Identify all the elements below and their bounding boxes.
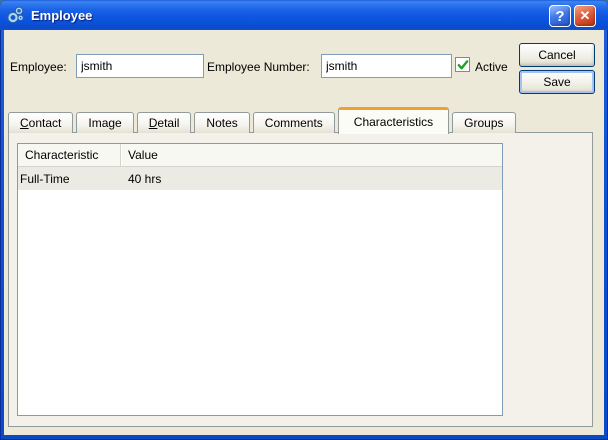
dialog-body: Employee: Employee Number: Active Cancel… bbox=[4, 30, 604, 435]
table-header: Characteristic Value bbox=[18, 144, 502, 167]
column-header-value[interactable]: Value bbox=[121, 144, 502, 166]
table-cell: 40 hrs bbox=[128, 171, 162, 186]
active-label: Active bbox=[475, 60, 508, 74]
employee-number-input[interactable] bbox=[321, 54, 452, 78]
table-body: Full-Time 40 hrs bbox=[18, 167, 502, 190]
cancel-button[interactable]: Cancel bbox=[519, 43, 595, 67]
tab-bar: Contact Image Detail Notes Comments Character… bbox=[8, 106, 516, 134]
tab-notes[interactable]: Notes bbox=[194, 112, 250, 133]
table-row[interactable]: Full-Time 40 hrs bbox=[18, 167, 502, 190]
employee-dialog: Employee ? ✕ Employee: Employee Number: … bbox=[0, 0, 608, 440]
help-button[interactable]: ? bbox=[549, 5, 571, 27]
column-header-characteristic[interactable]: Characteristic bbox=[18, 144, 121, 166]
titlebar[interactable]: Employee ? ✕ bbox=[0, 0, 608, 30]
tab-detail[interactable]: Detail bbox=[136, 112, 192, 133]
close-icon: ✕ bbox=[579, 8, 591, 23]
window-title: Employee bbox=[31, 7, 93, 23]
employee-input[interactable] bbox=[76, 54, 204, 78]
app-gears-icon bbox=[7, 6, 24, 24]
tab-comments[interactable]: Comments bbox=[252, 112, 335, 133]
save-button[interactable]: Save bbox=[519, 70, 595, 94]
tab-groups[interactable]: Groups bbox=[452, 112, 516, 133]
help-icon: ? bbox=[555, 7, 565, 25]
tab-contact[interactable]: Contact bbox=[8, 112, 74, 133]
tab-image[interactable]: Image bbox=[76, 112, 134, 133]
characteristics-table[interactable]: Characteristic Value Full-Time 40 hrs bbox=[17, 143, 503, 416]
close-button[interactable]: ✕ bbox=[574, 5, 596, 27]
employee-label: Employee: bbox=[10, 60, 67, 74]
active-checkbox[interactable] bbox=[455, 57, 470, 72]
checkmark-icon bbox=[457, 59, 468, 69]
table-cell: Full-Time bbox=[20, 171, 70, 186]
tab-characteristics[interactable]: Characteristics bbox=[337, 107, 450, 134]
employee-number-label: Employee Number: bbox=[207, 60, 310, 74]
